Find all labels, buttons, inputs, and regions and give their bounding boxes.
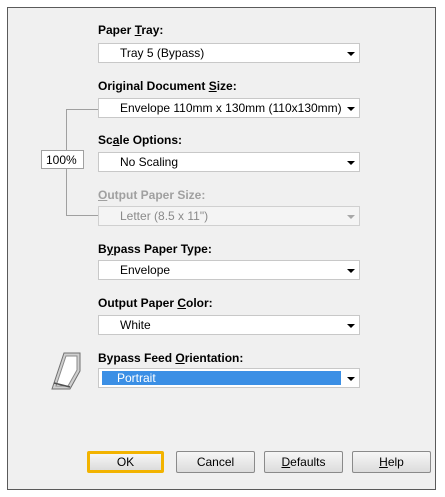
chevron-down-icon — [347, 161, 355, 165]
paper-tray-select[interactable]: Tray 5 (Bypass) — [98, 43, 360, 63]
portrait-paper-icon — [48, 351, 84, 391]
bypass-paper-type-select[interactable]: Envelope — [98, 260, 360, 280]
scale-options-select[interactable]: No Scaling — [98, 152, 360, 172]
output-color-select[interactable]: White — [98, 315, 360, 335]
output-size-label: Output Paper Size: — [98, 188, 206, 202]
bypass-paper-type-value: Envelope — [120, 263, 171, 277]
chevron-down-icon — [347, 215, 355, 219]
original-size-select[interactable]: Envelope 110mm x 130mm (110x130mm) — [98, 98, 360, 118]
feed-orientation-label: Bypass Feed Orientation: — [98, 351, 244, 365]
chevron-down-icon — [347, 107, 355, 111]
output-size-select: Letter (8.5 x 11") — [98, 206, 360, 226]
chevron-down-icon — [347, 52, 355, 56]
bypass-paper-type-label: Bypass Paper Type: — [98, 242, 212, 256]
ok-button[interactable]: OK — [87, 451, 164, 473]
paper-tray-value: Tray 5 (Bypass) — [120, 46, 205, 60]
bracket-top-line — [66, 109, 98, 110]
output-size-value: Letter (8.5 x 11") — [120, 209, 209, 223]
defaults-button[interactable]: Defaults — [264, 451, 343, 473]
scale-percent-field: 100% — [41, 150, 84, 169]
cancel-button[interactable]: Cancel — [176, 451, 255, 473]
scale-options-value: No Scaling — [120, 155, 179, 169]
original-size-value: Envelope 110mm x 130mm (110x130mm) — [120, 101, 342, 115]
chevron-down-icon — [347, 269, 355, 273]
output-color-value: White — [120, 318, 151, 332]
bracket-bottom-line — [66, 215, 98, 216]
original-size-label: Original Document Size: — [98, 79, 237, 93]
output-color-label: Output Paper Color: — [98, 296, 213, 310]
feed-orientation-select[interactable]: Portrait — [98, 368, 360, 388]
scale-options-label: Scale Options: — [98, 133, 183, 147]
chevron-down-icon — [347, 324, 355, 328]
chevron-down-icon — [347, 377, 355, 381]
scale-percent-value: 100% — [46, 153, 77, 167]
help-button[interactable]: Help — [352, 451, 431, 473]
feed-orientation-value: Portrait — [117, 371, 156, 385]
paper-tray-label: Paper Tray: — [98, 23, 164, 37]
